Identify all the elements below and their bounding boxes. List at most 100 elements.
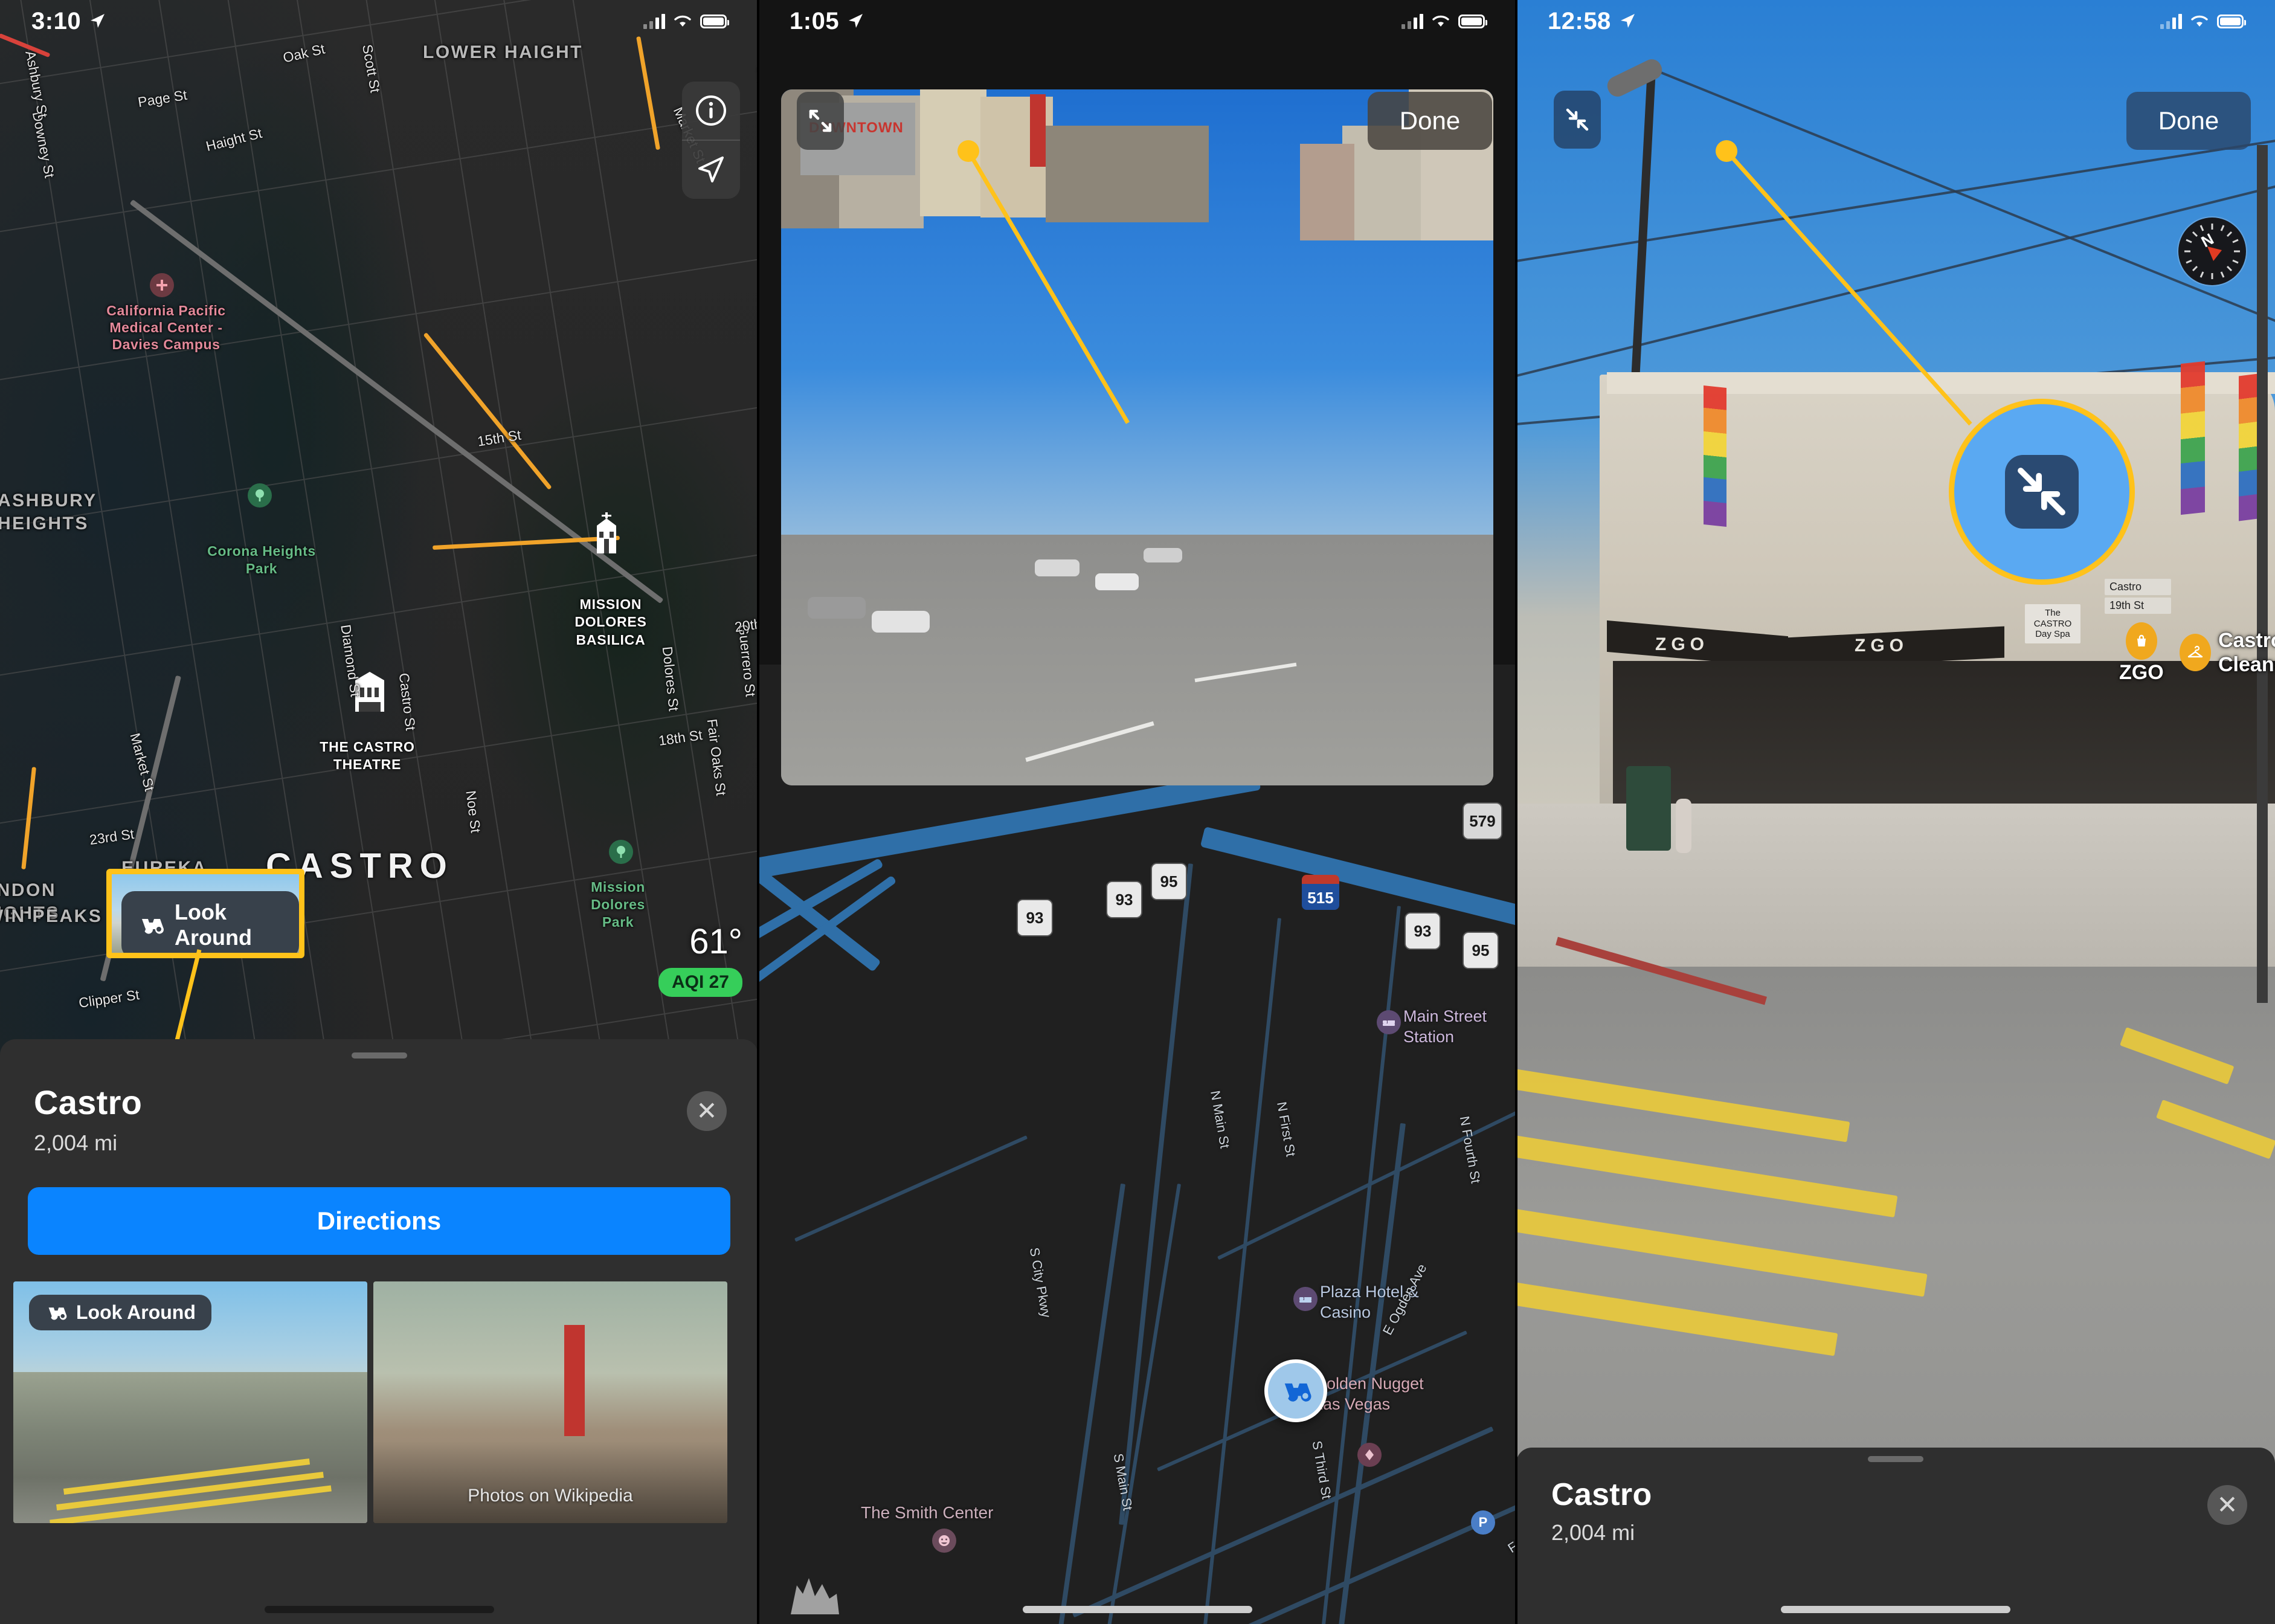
car-5 [1144,548,1182,563]
home-indicator [1022,1606,1252,1613]
street-label-n-first: N First St [1274,1100,1299,1158]
battery-icon [2217,14,2246,28]
look-around-binoculars-marker[interactable] [1264,1359,1327,1422]
binoculars-icon [141,919,164,934]
done-button[interactable]: Done [2126,92,2251,150]
navigation-arrow-icon [698,156,724,182]
building-block-mid [1046,126,1209,222]
building-right-3 [1300,144,1354,240]
look-around-thumbnail[interactable]: Look Around [13,1281,367,1523]
aqi-badge: AQI 27 [658,968,742,997]
binoculars-icon [1283,1383,1311,1402]
place-card-sheet: Castro 2,004 mi ✕ Directions Look Around [0,1039,758,1624]
collapse-arrows-icon [1566,108,1589,131]
sign-castro-day-spa: The CASTRO Day Spa [2025,604,2080,644]
status-time: 12:58 [1548,7,1611,34]
parked-car-2 [872,610,930,633]
close-button[interactable]: ✕ [2207,1485,2247,1525]
road-casino-center [1092,1184,1181,1624]
street-label-n-fourth: N Fourth St [1456,1115,1484,1185]
wifi-icon [1432,15,1449,27]
look-around-callout-highlight[interactable]: Look Around [106,869,304,958]
sheet-grabber[interactable] [1868,1456,1923,1462]
directions-button[interactable]: Directions [28,1187,730,1255]
status-indicators [2160,13,2246,29]
panel-divider-1 [757,0,759,1624]
map-canvas-las-vegas[interactable]: 93 93 95 515 93 95 579 Main Street Stati… [758,665,1516,1624]
info-circle-icon [696,95,726,126]
locate-button[interactable] [682,140,740,199]
place-title: Castro [1551,1477,1652,1512]
signal-bars-icon [1401,13,1423,29]
binoculars-icon [47,1307,67,1320]
look-around-view-fullscreen[interactable]: ZGO ZGO [1516,0,2275,1624]
road-w-clark [794,1135,1028,1242]
battery-icon [700,14,729,28]
parking-icon: P [1471,1510,1495,1535]
church-icon-basilica [590,512,623,556]
look-around-view-windowed[interactable]: DOWNTOWN [781,89,1493,785]
place-distance: 2,004 mi [1551,1520,1635,1545]
wifi-icon [674,15,691,27]
temperature-label: 61° [689,922,742,961]
fire-hydrant [1676,799,1691,853]
parked-car-1 [808,596,866,619]
location-arrow-icon [849,14,863,28]
street-label-s-third-a: S Third St [1309,1439,1334,1501]
poi-label-smith-center[interactable]: The Smith Center [861,1503,993,1522]
awning-text-left: ZGO [1655,634,1709,654]
map-controls [682,82,740,199]
poi-label-castro-cleaners: Castro Cleaners [2218,629,2275,677]
close-icon: ✕ [696,1097,718,1125]
poi-castro-cleaners[interactable]: Castro Cleaners [2180,628,2275,677]
sheet-grabber[interactable] [351,1052,407,1058]
look-around-pill[interactable]: Look Around [121,891,299,953]
overhead-wire-1 [1516,137,2275,262]
expand-button[interactable] [797,92,844,150]
close-button[interactable]: ✕ [687,1091,727,1131]
shopping-bag-icon [2125,622,2157,660]
panel-look-around-windowed: 93 93 95 515 93 95 579 Main Street Stati… [758,0,1516,1624]
done-button[interactable]: Done [1368,92,1492,150]
wifi-icon [2191,15,2208,27]
signal-bars-icon [643,13,665,29]
status-time-group: 3:10 [31,8,106,35]
compass[interactable]: N [2178,218,2246,285]
home-indicator [264,1606,494,1613]
wikipedia-photos-thumbnail[interactable]: Photos on Wikipedia [373,1281,727,1523]
three-panel-screenshot: Oak St Scott St LOWER HAIGHT Page St Hai… [0,0,2275,1624]
route-shield-93-a: 93 [1018,900,1052,935]
route-shield-93-b: 93 [1107,882,1141,917]
collapse-arrows-icon-magnified [2018,468,2066,516]
status-bar-panel1: 3:10 [0,0,758,42]
rainbow-flag-1 [1704,385,1726,527]
poi-label-main-street-station[interactable]: Main Street Station [1403,1007,1506,1048]
hotel-bed-icon-main-street-station [1377,1010,1401,1034]
poi-zgo[interactable]: ZGO [2119,622,2164,685]
info-button[interactable] [682,82,740,140]
route-shield-93-c: 93 [1406,914,1440,949]
street-label-n-main: N Main St [1208,1089,1233,1150]
status-bar-panel3: 12:58 [1516,0,2275,42]
done-label: Done [1399,106,1461,135]
street-lamp-head [1604,56,1665,100]
utility-pole [2257,145,2268,1003]
street-label-s-city-pkwy: S City Pkwy [1026,1246,1054,1319]
status-time: 3:10 [31,7,82,34]
look-around-badge[interactable]: Look Around [29,1295,211,1330]
location-arrow-icon [1620,14,1635,28]
landmark-icon-castro-theatre [352,672,388,712]
route-shield-579: 579 [1464,804,1501,839]
clothes-hanger-icon [2180,634,2211,672]
place-card-sheet: Castro 2,004 mi ✕ [1516,1448,2275,1624]
status-time-group: 12:58 [1548,8,1636,35]
poi-label-golden-nugget[interactable]: Golden Nugget Las Vegas [1314,1374,1429,1415]
poi-label-zgo: ZGO [2119,661,2164,684]
status-indicators [643,13,729,29]
roadway [781,535,1493,785]
collapse-button[interactable] [1554,91,1601,149]
tree-icon-corona [248,483,272,507]
look-around-badge-label: Look Around [76,1301,196,1323]
tree-icon-dolores [609,840,633,864]
casino-icon-golden-nugget [1357,1443,1382,1467]
